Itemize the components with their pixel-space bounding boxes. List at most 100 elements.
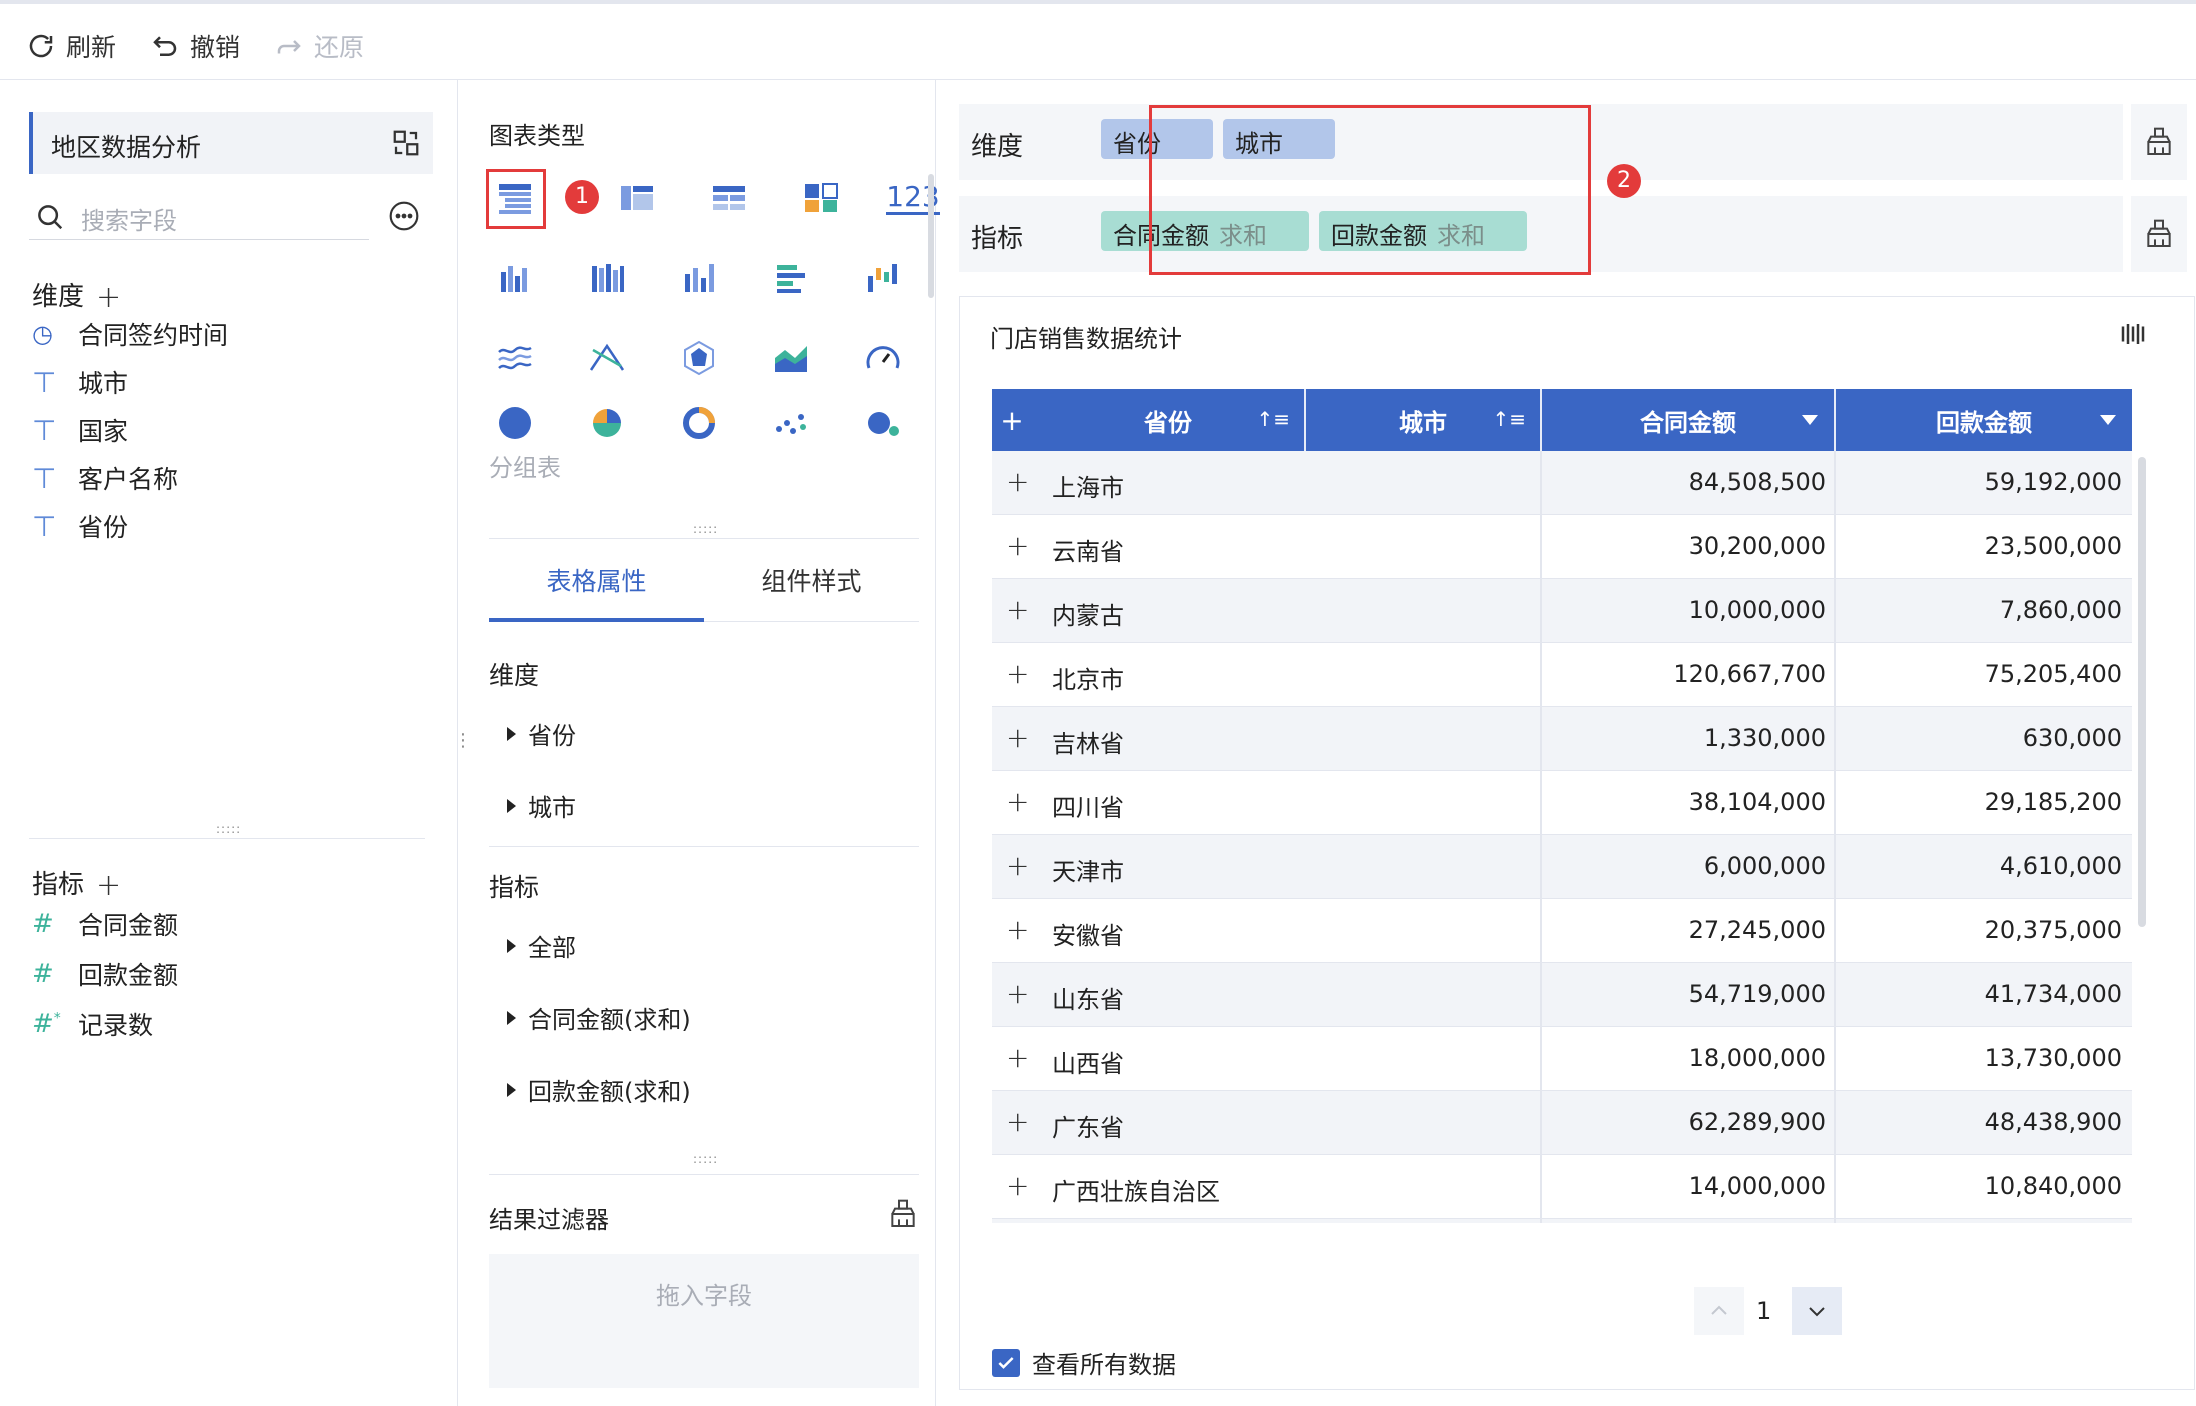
chart-type-column[interactable] bbox=[673, 252, 725, 304]
chart-type-cross-table[interactable] bbox=[611, 172, 663, 224]
field-item[interactable]: # 合同金额 bbox=[32, 904, 178, 944]
tab-component-style[interactable]: 组件样式 bbox=[704, 562, 919, 598]
table-row[interactable]: + 四川省 38,104,000 29,185,200 bbox=[992, 771, 2132, 835]
add-measure-icon[interactable]: + bbox=[96, 868, 121, 903]
expand-all-icon[interactable]: + bbox=[992, 389, 1032, 451]
sort-icon[interactable]: ↑≡ bbox=[1492, 407, 1526, 431]
resize-handle[interactable]: ::::: bbox=[693, 522, 718, 536]
table-scrollbar[interactable] bbox=[2138, 457, 2146, 927]
chart-type-area[interactable] bbox=[765, 332, 817, 384]
chart-type-scrollbar[interactable] bbox=[928, 174, 934, 298]
table-row[interactable]: +新疆维吾尔自治区21,716,00016,231,000 bbox=[992, 1219, 2132, 1223]
chart-type-stacked-bar[interactable] bbox=[581, 252, 633, 304]
table-row[interactable]: + 广西壮族自治区 14,000,000 10,840,000 bbox=[992, 1155, 2132, 1219]
view-all-data-checkbox[interactable]: 查看所有数据 bbox=[992, 1345, 1176, 1380]
chart-type-pie[interactable] bbox=[489, 400, 541, 442]
chart-type-scatter[interactable] bbox=[765, 400, 817, 442]
dropdown-icon[interactable] bbox=[2100, 415, 2116, 425]
header-province[interactable]: 省份 ↑≡ bbox=[1032, 389, 1306, 451]
chart-type-bubble[interactable] bbox=[857, 400, 909, 442]
expand-row-icon[interactable]: + bbox=[1006, 913, 1029, 946]
table-row[interactable]: + 山西省 18,000,000 13,730,000 bbox=[992, 1027, 2132, 1091]
clear-brush-icon[interactable] bbox=[887, 1198, 919, 1230]
switch-dataset-icon[interactable] bbox=[391, 128, 421, 158]
number-star-icon: #* bbox=[32, 1009, 61, 1039]
field-item[interactable]: ⊤ 国家 bbox=[32, 410, 128, 450]
chart-type-waterfall[interactable] bbox=[857, 252, 909, 304]
column-divider bbox=[1834, 579, 1836, 643]
expand-row-icon[interactable]: + bbox=[1006, 721, 1029, 754]
chart-type-radar-line[interactable] bbox=[581, 332, 633, 384]
active-tab-indicator bbox=[489, 618, 704, 622]
dashboard-icon bbox=[805, 183, 838, 212]
undo-button[interactable]: 撤销 bbox=[150, 28, 240, 64]
dataset-selector[interactable]: 地区数据分析 bbox=[29, 112, 433, 174]
expand-row-icon[interactable]: + bbox=[1006, 657, 1029, 690]
table-row[interactable]: + 北京市 120,667,700 75,205,400 bbox=[992, 643, 2132, 707]
property-item-payment[interactable]: 回款金额(求和) bbox=[507, 1072, 691, 1107]
more-options-icon[interactable] bbox=[388, 200, 420, 232]
chart-type-donut[interactable] bbox=[673, 400, 725, 442]
refresh-button[interactable]: 刷新 bbox=[26, 28, 116, 64]
column-divider bbox=[1540, 579, 1542, 643]
expand-row-icon[interactable]: + bbox=[1006, 1041, 1029, 1074]
search-input[interactable]: 搜索字段 bbox=[81, 201, 177, 236]
chart-type-grouped-bar[interactable] bbox=[489, 252, 541, 304]
expand-row-icon[interactable]: + bbox=[1006, 849, 1029, 882]
chart-type-line[interactable] bbox=[489, 332, 541, 384]
table-row[interactable]: + 天津市 6,000,000 4,610,000 bbox=[992, 835, 2132, 899]
table-row[interactable]: + 吉林省 1,330,000 630,000 bbox=[992, 707, 2132, 771]
table-row[interactable]: + 云南省 30,200,000 23,500,000 bbox=[992, 515, 2132, 579]
chart-type-radar[interactable] bbox=[673, 332, 725, 384]
field-item[interactable]: ⊤ 客户名称 bbox=[32, 458, 178, 498]
table-row[interactable]: + 山东省 54,719,000 41,734,000 bbox=[992, 963, 2132, 1027]
expand-row-icon[interactable]: + bbox=[1006, 465, 1029, 498]
property-item-contract[interactable]: 合同金额(求和) bbox=[507, 1000, 691, 1035]
expand-row-icon[interactable]: + bbox=[1006, 1105, 1029, 1138]
property-item-all[interactable]: 全部 bbox=[507, 928, 576, 963]
field-item[interactable]: ⊤ 省份 bbox=[32, 506, 128, 546]
redo-button[interactable]: 还原 bbox=[274, 28, 364, 64]
sort-icon[interactable]: ↑≡ bbox=[1256, 407, 1290, 431]
header-city[interactable]: 城市 ↑≡ bbox=[1306, 389, 1542, 451]
dimension-clear-button[interactable] bbox=[2131, 104, 2187, 180]
page-next-button[interactable] bbox=[1792, 1287, 1842, 1335]
undo-icon bbox=[153, 36, 177, 56]
field-search[interactable]: 搜索字段 bbox=[29, 194, 369, 240]
chart-type-dashboard[interactable] bbox=[795, 172, 847, 224]
property-item-city[interactable]: 城市 bbox=[507, 788, 576, 823]
table-row[interactable]: + 上海市 84,508,500 59,192,000 bbox=[992, 451, 2132, 515]
table-row[interactable]: + 广东省 62,289,900 48,438,900 bbox=[992, 1091, 2132, 1155]
add-dimension-icon[interactable]: + bbox=[96, 280, 121, 315]
chart-type-detail-table[interactable] bbox=[703, 172, 755, 224]
field-item[interactable]: #* 记录数 bbox=[32, 1004, 153, 1044]
resize-handle[interactable]: ::::: bbox=[693, 1152, 718, 1166]
chart-type-gauge[interactable] bbox=[857, 332, 909, 384]
field-item[interactable]: # 回款金额 bbox=[32, 954, 178, 994]
measure-clear-button[interactable] bbox=[2131, 196, 2187, 272]
grouped-bar-icon bbox=[501, 266, 527, 292]
table-row[interactable]: + 内蒙古 10,000,000 7,860,000 bbox=[992, 579, 2132, 643]
header-payment-amount[interactable]: 回款金额 bbox=[1836, 389, 2132, 451]
chart-type-title: 图表类型 bbox=[489, 122, 585, 150]
table-row[interactable]: + 安徽省 27,245,000 20,375,000 bbox=[992, 899, 2132, 963]
field-item[interactable]: ⊤ 城市 bbox=[32, 362, 128, 402]
filter-dropzone[interactable]: 拖入字段 bbox=[489, 1254, 919, 1388]
expand-row-icon[interactable]: + bbox=[1006, 977, 1029, 1010]
page-prev-button[interactable] bbox=[1694, 1287, 1744, 1335]
resize-handle[interactable]: ::::: bbox=[216, 822, 241, 836]
expand-row-icon[interactable]: + bbox=[1006, 1169, 1029, 1202]
column-settings-icon[interactable] bbox=[2118, 319, 2148, 349]
property-item-province[interactable]: 省份 bbox=[507, 716, 576, 751]
field-label: 省份 bbox=[78, 513, 129, 542]
chart-type-half-pie[interactable] bbox=[581, 400, 633, 442]
tab-table-properties[interactable]: 表格属性 bbox=[489, 562, 704, 598]
expand-row-icon[interactable]: + bbox=[1006, 529, 1029, 562]
dropdown-icon[interactable] bbox=[1802, 415, 1818, 425]
expand-row-icon[interactable]: + bbox=[1006, 593, 1029, 626]
chevron-down-icon bbox=[1809, 1307, 1825, 1317]
expand-row-icon[interactable]: + bbox=[1006, 785, 1029, 818]
field-item[interactable]: ◷ 合同签约时间 bbox=[32, 314, 228, 354]
header-contract-amount[interactable]: 合同金额 bbox=[1542, 389, 1836, 451]
chart-type-bar[interactable] bbox=[765, 252, 817, 304]
